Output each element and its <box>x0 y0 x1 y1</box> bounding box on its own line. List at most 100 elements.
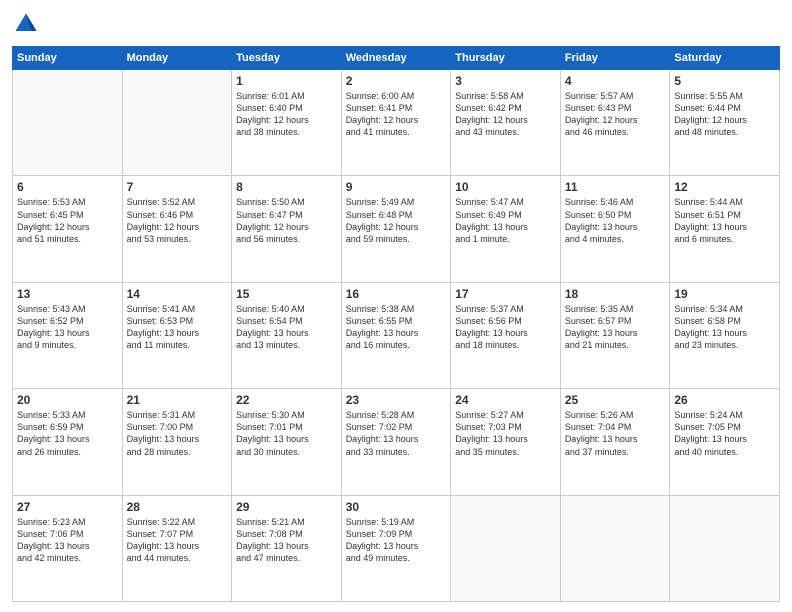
calendar-cell: 23Sunrise: 5:28 AM Sunset: 7:02 PM Dayli… <box>341 389 451 495</box>
day-info: Sunrise: 5:19 AM Sunset: 7:09 PM Dayligh… <box>346 516 447 565</box>
calendar-cell <box>670 495 780 601</box>
day-info: Sunrise: 5:37 AM Sunset: 6:56 PM Dayligh… <box>455 303 556 352</box>
day-number: 22 <box>236 393 337 407</box>
day-info: Sunrise: 5:27 AM Sunset: 7:03 PM Dayligh… <box>455 409 556 458</box>
calendar-week-1: 6 Sunrise: 5:53 AM Sunset: 6:45 PM Daylig… <box>13 176 780 282</box>
day-number: 18 <box>565 287 666 301</box>
day-number: 20 <box>17 393 118 407</box>
calendar-week-4: 27 Sunrise: 5:23 AM Sunset: 7:06 PM Dayli… <box>13 495 780 601</box>
calendar-cell: 15 Sunrise: 5:40 AM Sunset: 6:54 PM Dayli… <box>232 282 342 388</box>
calendar-cell: 28 Sunrise: 5:22 AM Sunset: 7:07 PM Dayli… <box>122 495 232 601</box>
day-info: Sunrise: 5:52 AM Sunset: 6:46 PM Dayligh… <box>127 196 228 245</box>
col-header-monday: Monday <box>122 47 232 70</box>
day-number: 4 <box>565 74 666 88</box>
calendar-cell <box>13 70 123 176</box>
day-number: 21 <box>127 393 228 407</box>
calendar-header-row: SundayMondayTuesdayWednesdayThursdayFrid… <box>13 47 780 70</box>
calendar-cell: 29 Sunrise: 5:21 AM Sunset: 7:08 PM Dayli… <box>232 495 342 601</box>
day-info: Sunrise: 5:22 AM Sunset: 7:07 PM Dayligh… <box>127 516 228 565</box>
day-info: Sunrise: 5:53 AM Sunset: 6:45 PM Dayligh… <box>17 196 118 245</box>
day-number: 1 <box>236 74 337 88</box>
col-header-thursday: Thursday <box>451 47 561 70</box>
calendar-cell: 16 Sunrise: 5:38 AM Sunset: 6:55 PM Dayli… <box>341 282 451 388</box>
day-info: Sunrise: 5:58 AM Sunset: 6:42 PM Dayligh… <box>455 90 556 139</box>
col-header-sunday: Sunday <box>13 47 123 70</box>
day-info: Sunrise: 5:43 AM Sunset: 6:52 PM Dayligh… <box>17 303 118 352</box>
calendar-cell: 22 Sunrise: 5:30 AM Sunset: 7:01 PM Dayli… <box>232 389 342 495</box>
day-info: Sunrise: 5:31 AM Sunset: 7:00 PM Dayligh… <box>127 409 228 458</box>
day-number: 16 <box>346 287 447 301</box>
day-number: 12 <box>674 180 775 194</box>
calendar-week-2: 13 Sunrise: 5:43 AM Sunset: 6:52 PM Dayli… <box>13 282 780 388</box>
calendar-cell <box>122 70 232 176</box>
day-number: 14 <box>127 287 228 301</box>
day-info: Sunrise: 5:33 AM Sunset: 6:59 PM Dayligh… <box>17 409 118 458</box>
day-info: Sunrise: 5:57 AM Sunset: 6:43 PM Dayligh… <box>565 90 666 139</box>
logo <box>12 10 44 38</box>
day-info: Sunrise: 5:40 AM Sunset: 6:54 PM Dayligh… <box>236 303 337 352</box>
day-number: 7 <box>127 180 228 194</box>
day-info: Sunrise: 5:30 AM Sunset: 7:01 PM Dayligh… <box>236 409 337 458</box>
col-header-saturday: Saturday <box>670 47 780 70</box>
calendar-cell <box>560 495 670 601</box>
day-number: 26 <box>674 393 775 407</box>
calendar-cell: 14 Sunrise: 5:41 AM Sunset: 6:53 PM Dayli… <box>122 282 232 388</box>
day-info: Sunrise: 5:41 AM Sunset: 6:53 PM Dayligh… <box>127 303 228 352</box>
calendar-cell: 6 Sunrise: 5:53 AM Sunset: 6:45 PM Daylig… <box>13 176 123 282</box>
day-info: Sunrise: 5:38 AM Sunset: 6:55 PM Dayligh… <box>346 303 447 352</box>
calendar-cell: 1 Sunrise: 6:01 AM Sunset: 6:40 PM Daylig… <box>232 70 342 176</box>
day-info: Sunrise: 5:26 AM Sunset: 7:04 PM Dayligh… <box>565 409 666 458</box>
calendar-cell: 10 Sunrise: 5:47 AM Sunset: 6:49 PM Dayli… <box>451 176 561 282</box>
calendar-cell <box>451 495 561 601</box>
calendar-cell: 26Sunrise: 5:24 AM Sunset: 7:05 PM Dayli… <box>670 389 780 495</box>
calendar-cell: 9Sunrise: 5:49 AM Sunset: 6:48 PM Daylig… <box>341 176 451 282</box>
calendar-table: SundayMondayTuesdayWednesdayThursdayFrid… <box>12 46 780 602</box>
calendar-cell: 11 Sunrise: 5:46 AM Sunset: 6:50 PM Dayli… <box>560 176 670 282</box>
page: SundayMondayTuesdayWednesdayThursdayFrid… <box>0 0 792 612</box>
day-info: Sunrise: 5:35 AM Sunset: 6:57 PM Dayligh… <box>565 303 666 352</box>
day-info: Sunrise: 5:23 AM Sunset: 7:06 PM Dayligh… <box>17 516 118 565</box>
day-number: 17 <box>455 287 556 301</box>
calendar-cell: 12 Sunrise: 5:44 AM Sunset: 6:51 PM Dayli… <box>670 176 780 282</box>
calendar-cell: 2 Sunrise: 6:00 AM Sunset: 6:41 PM Daylig… <box>341 70 451 176</box>
day-number: 6 <box>17 180 118 194</box>
day-number: 29 <box>236 500 337 514</box>
day-number: 10 <box>455 180 556 194</box>
calendar-cell: 17 Sunrise: 5:37 AM Sunset: 6:56 PM Dayli… <box>451 282 561 388</box>
calendar-cell: 4 Sunrise: 5:57 AM Sunset: 6:43 PM Daylig… <box>560 70 670 176</box>
calendar-cell: 18 Sunrise: 5:35 AM Sunset: 6:57 PM Dayli… <box>560 282 670 388</box>
col-header-wednesday: Wednesday <box>341 47 451 70</box>
calendar-cell: 8 Sunrise: 5:50 AM Sunset: 6:47 PM Daylig… <box>232 176 342 282</box>
calendar-cell: 24 Sunrise: 5:27 AM Sunset: 7:03 PM Dayli… <box>451 389 561 495</box>
day-number: 25 <box>565 393 666 407</box>
logo-icon <box>12 10 40 38</box>
day-info: Sunrise: 5:46 AM Sunset: 6:50 PM Dayligh… <box>565 196 666 245</box>
day-number: 24 <box>455 393 556 407</box>
calendar-cell: 19Sunrise: 5:34 AM Sunset: 6:58 PM Dayli… <box>670 282 780 388</box>
day-info: Sunrise: 6:01 AM Sunset: 6:40 PM Dayligh… <box>236 90 337 139</box>
calendar-week-0: 1 Sunrise: 6:01 AM Sunset: 6:40 PM Daylig… <box>13 70 780 176</box>
col-header-tuesday: Tuesday <box>232 47 342 70</box>
calendar-cell: 21 Sunrise: 5:31 AM Sunset: 7:00 PM Dayli… <box>122 389 232 495</box>
col-header-friday: Friday <box>560 47 670 70</box>
day-number: 15 <box>236 287 337 301</box>
day-number: 30 <box>346 500 447 514</box>
day-number: 27 <box>17 500 118 514</box>
day-number: 28 <box>127 500 228 514</box>
day-number: 9 <box>346 180 447 194</box>
calendar-cell: 25 Sunrise: 5:26 AM Sunset: 7:04 PM Dayli… <box>560 389 670 495</box>
day-info: Sunrise: 5:44 AM Sunset: 6:51 PM Dayligh… <box>674 196 775 245</box>
day-info: Sunrise: 5:50 AM Sunset: 6:47 PM Dayligh… <box>236 196 337 245</box>
day-info: Sunrise: 5:47 AM Sunset: 6:49 PM Dayligh… <box>455 196 556 245</box>
calendar-cell: 3Sunrise: 5:58 AM Sunset: 6:42 PM Daylig… <box>451 70 561 176</box>
day-number: 2 <box>346 74 447 88</box>
day-number: 19 <box>674 287 775 301</box>
day-info: Sunrise: 5:21 AM Sunset: 7:08 PM Dayligh… <box>236 516 337 565</box>
day-info: Sunrise: 6:00 AM Sunset: 6:41 PM Dayligh… <box>346 90 447 139</box>
calendar-cell: 7 Sunrise: 5:52 AM Sunset: 6:46 PM Daylig… <box>122 176 232 282</box>
day-number: 13 <box>17 287 118 301</box>
day-number: 11 <box>565 180 666 194</box>
day-number: 23 <box>346 393 447 407</box>
day-number: 8 <box>236 180 337 194</box>
day-info: Sunrise: 5:55 AM Sunset: 6:44 PM Dayligh… <box>674 90 775 139</box>
